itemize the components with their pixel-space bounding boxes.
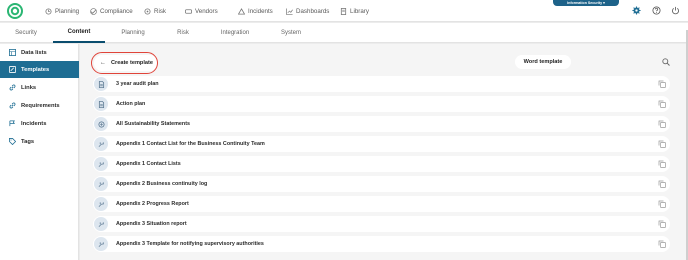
copy-icon[interactable]	[658, 100, 666, 108]
copy-icon[interactable]	[658, 140, 666, 148]
library-icon	[340, 7, 347, 15]
tab-system[interactable]: System	[265, 23, 317, 43]
sidebar-item-incidents[interactable]: Incidents	[0, 115, 79, 132]
tab-content[interactable]: Content	[53, 23, 105, 43]
sustainability-icon	[98, 121, 104, 127]
continuity-icon	[98, 241, 104, 247]
copy-icon[interactable]	[658, 240, 666, 248]
copy-icon[interactable]	[658, 180, 666, 188]
help-icon[interactable]	[652, 6, 661, 15]
template-name: Appendix 3 Template for notifying superv…	[116, 241, 264, 247]
sidebar-item-requirements[interactable]: Requirements	[0, 97, 79, 114]
sidebar-item-tags[interactable]: Tags	[0, 133, 79, 150]
search-icon[interactable]	[662, 58, 670, 66]
nav-item-library[interactable]: Library	[340, 0, 369, 22]
tab-risk[interactable]: Risk	[157, 23, 209, 43]
highlight-annotation-circle	[91, 52, 158, 74]
tag-icon	[9, 138, 16, 145]
template-name: Appendix 1 Contact Lists	[116, 161, 181, 167]
settings-tabs: Security Content Planning Risk Integrati…	[0, 23, 688, 43]
continuity-icon	[98, 141, 104, 147]
sidebar-item-label: Requirements	[21, 102, 60, 109]
sidebar-item-templates[interactable]: Templates	[0, 61, 79, 78]
template-row[interactable]: Appendix 3 Template for notifying superv…	[93, 236, 670, 252]
continuity-icon	[98, 221, 104, 227]
copy-icon[interactable]	[658, 200, 666, 208]
nav-item-label: Vendors	[195, 7, 218, 15]
sidebar-item-links[interactable]: Links	[0, 79, 79, 96]
template-name: All Sustainability Statements	[116, 121, 190, 127]
nav-item-vendors[interactable]: Vendors	[185, 0, 218, 22]
template-icon	[9, 66, 16, 73]
tab-planning[interactable]: Planning	[107, 23, 159, 43]
dashboards-icon	[286, 7, 293, 15]
app-logo-icon[interactable]	[7, 3, 23, 19]
nav-item-incidents[interactable]: Incidents	[238, 0, 273, 22]
nav-item-label: Incidents	[248, 7, 273, 15]
template-name: Appendix 3 Situation report	[116, 221, 187, 227]
sidebar-item-label: Data lists	[21, 49, 47, 56]
template-row[interactable]: Appendix 3 Situation report	[93, 216, 670, 232]
tab-security[interactable]: Security	[0, 23, 52, 43]
nav-item-compliance[interactable]: Compliance	[90, 0, 133, 22]
top-navigation: Planning Compliance Risk Vendors Inciden…	[0, 0, 688, 22]
nav-item-label: Compliance	[100, 7, 133, 15]
incidents-icon	[9, 120, 15, 127]
word-template-button[interactable]: Word template	[515, 55, 571, 69]
vendors-icon	[185, 8, 192, 14]
copy-icon[interactable]	[658, 220, 666, 228]
nav-item-label: Library	[350, 7, 369, 15]
logout-power-icon[interactable]	[671, 6, 680, 15]
copy-icon[interactable]	[658, 80, 666, 88]
data-list-icon	[9, 49, 16, 56]
template-row[interactable]: All Sustainability Statements	[93, 116, 670, 132]
template-name: Appendix 1 Contact List for the Business…	[116, 141, 265, 147]
template-name: 3 year audit plan	[116, 81, 159, 87]
requirements-icon	[9, 102, 16, 109]
sidebar-item-label: Tags	[21, 138, 35, 145]
continuity-icon	[98, 201, 104, 207]
template-name: Action plan	[116, 101, 146, 107]
planning-icon	[45, 7, 52, 15]
template-row[interactable]: Appendix 1 Contact Lists	[93, 156, 670, 172]
template-row[interactable]: Appendix 2 Business continuity log	[93, 176, 670, 192]
continuity-icon	[98, 181, 104, 187]
nav-item-label: Dashboards	[296, 7, 330, 15]
continuity-icon	[98, 161, 104, 167]
incidents-icon	[238, 7, 245, 15]
template-row[interactable]: Appendix 1 Contact List for the Business…	[93, 136, 670, 152]
template-name: Appendix 2 Progress Report	[116, 201, 189, 207]
template-row[interactable]: 3 year audit plan	[93, 76, 670, 92]
copy-icon[interactable]	[658, 160, 666, 168]
risk-icon	[144, 7, 151, 15]
nav-item-risk[interactable]: Risk	[144, 0, 166, 22]
nav-item-planning[interactable]: Planning	[45, 0, 79, 22]
sidebar-item-data-lists[interactable]: Data lists	[0, 44, 79, 61]
nav-item-label: Risk	[154, 7, 167, 15]
document-icon	[98, 100, 104, 108]
template-row[interactable]: Action plan	[93, 96, 670, 112]
sidebar-item-label: Links	[21, 84, 37, 91]
settings-gear-icon[interactable]	[632, 6, 641, 15]
content-sidebar: Data lists Templates Links Requirements …	[0, 44, 79, 260]
environment-selector[interactable]: Information Security ▾	[553, 0, 619, 6]
template-row[interactable]: Appendix 2 Progress Report	[93, 196, 670, 212]
document-icon	[98, 80, 104, 88]
link-icon	[9, 84, 16, 91]
template-name: Appendix 2 Business continuity log	[116, 181, 208, 187]
sidebar-item-label: Incidents	[21, 120, 47, 127]
nav-item-dashboards[interactable]: Dashboards	[286, 0, 329, 22]
nav-item-label: Planning	[55, 7, 80, 15]
copy-icon[interactable]	[658, 120, 666, 128]
tab-integration[interactable]: Integration	[209, 23, 261, 43]
compliance-icon	[90, 7, 97, 15]
sidebar-item-label: Templates	[21, 66, 50, 73]
